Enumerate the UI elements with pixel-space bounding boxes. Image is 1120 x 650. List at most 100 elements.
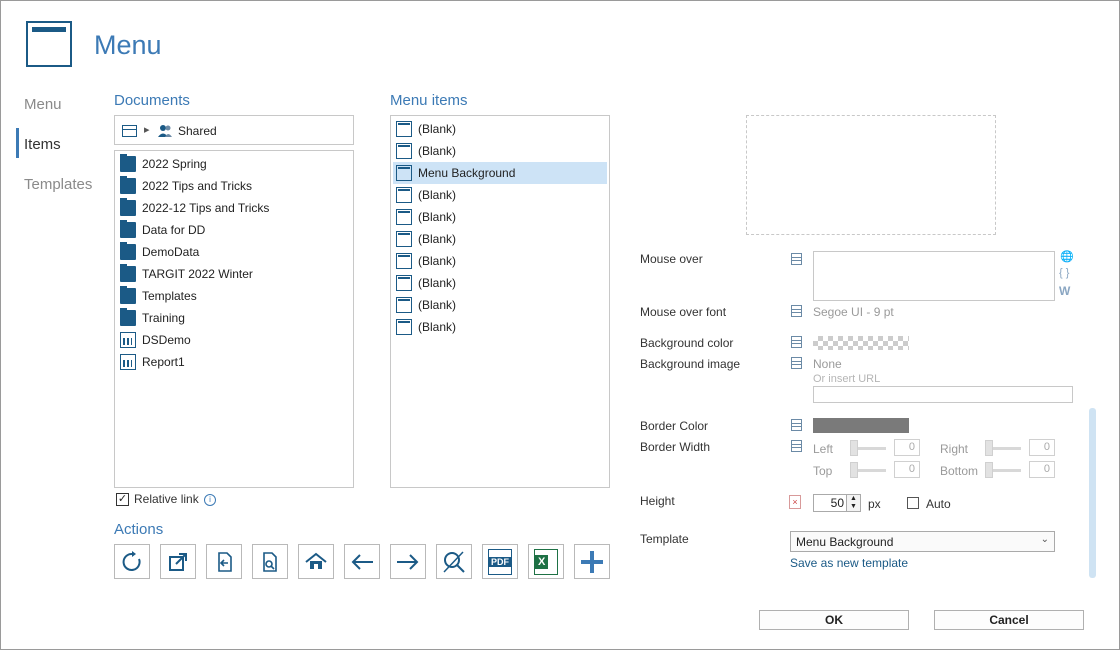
edit-field-icon[interactable]: [791, 253, 802, 265]
list-item[interactable]: 2022-12 Tips and Tricks: [117, 197, 351, 219]
menu-item-icon: [396, 297, 412, 313]
word-icon[interactable]: W: [1059, 284, 1070, 298]
list-item-selected[interactable]: Menu Background: [393, 162, 607, 184]
list-item[interactable]: DemoData: [117, 241, 351, 263]
menu-items-heading: Menu items: [390, 92, 468, 109]
braces-icon[interactable]: { }: [1059, 267, 1069, 279]
chevron-down-icon: ⌄: [1040, 534, 1049, 545]
height-spinner[interactable]: ▲ ▼: [846, 494, 861, 512]
height-unit: px: [868, 497, 881, 511]
add-button[interactable]: [574, 544, 610, 579]
save-as-new-template-link[interactable]: Save as new template: [790, 556, 908, 570]
list-item[interactable]: (Blank): [393, 272, 607, 294]
add-icon: [581, 550, 603, 573]
vertical-scrollbar[interactable]: [1089, 408, 1096, 578]
border-left-label: Left: [813, 442, 834, 456]
background-color-label: Background color: [640, 336, 734, 350]
border-bottom-slider-thumb[interactable]: [985, 462, 993, 478]
height-input[interactable]: 50: [813, 494, 849, 512]
breadcrumb-shared[interactable]: Shared: [178, 124, 217, 138]
clear-height-icon[interactable]: ×: [789, 495, 801, 509]
refresh-button[interactable]: [114, 544, 150, 579]
no-search-button[interactable]: [436, 544, 472, 579]
edit-field-icon[interactable]: [791, 419, 802, 431]
open-external-icon: [169, 552, 187, 571]
list-item[interactable]: (Blank): [393, 118, 607, 140]
list-item[interactable]: Report1: [117, 351, 351, 373]
info-icon[interactable]: i: [204, 494, 216, 506]
list-item[interactable]: 2022 Spring: [117, 153, 351, 175]
folder-icon: [120, 198, 136, 216]
border-top-input[interactable]: 0: [894, 461, 920, 478]
ok-button[interactable]: OK: [759, 610, 909, 630]
border-bottom-input[interactable]: 0: [1029, 461, 1055, 478]
mouse-over-font-value[interactable]: Segoe UI - 9 pt: [813, 305, 894, 319]
menu-item-icon: [396, 187, 412, 203]
menu-item-icon: [396, 165, 412, 181]
forward-button[interactable]: [390, 544, 426, 579]
folder-icon: [120, 308, 136, 326]
export-pdf-button[interactable]: PDF: [482, 544, 518, 579]
edit-field-icon[interactable]: [791, 357, 802, 369]
documents-breadcrumb[interactable]: ▸ Shared: [114, 115, 354, 145]
menu-item-icon: [396, 209, 412, 225]
mouse-over-textarea[interactable]: [813, 251, 1055, 301]
find-document-icon: [263, 551, 277, 572]
import-button[interactable]: [206, 544, 242, 579]
list-item[interactable]: TARGIT 2022 Winter: [117, 263, 351, 285]
users-icon: [158, 124, 172, 137]
refresh-icon: [122, 550, 141, 571]
menu-item-icon: [396, 121, 412, 137]
list-item[interactable]: Data for DD: [117, 219, 351, 241]
list-item[interactable]: (Blank): [393, 250, 607, 272]
background-image-url-input[interactable]: [813, 386, 1073, 403]
cancel-button[interactable]: Cancel: [934, 610, 1084, 630]
list-item[interactable]: Templates: [117, 285, 351, 307]
template-select-value: Menu Background: [796, 535, 894, 549]
menu-item-icon: [396, 319, 412, 335]
height-label: Height: [640, 494, 675, 508]
home-button[interactable]: [298, 544, 334, 579]
list-item[interactable]: 2022 Tips and Tricks: [117, 175, 351, 197]
export-excel-button[interactable]: X: [528, 544, 564, 579]
list-item[interactable]: DSDemo: [117, 329, 351, 351]
border-color-swatch[interactable]: [813, 418, 909, 433]
border-right-slider-thumb[interactable]: [985, 440, 993, 456]
auto-checkbox[interactable]: [907, 497, 919, 509]
find-document-button[interactable]: [252, 544, 288, 579]
border-left-slider-thumb[interactable]: [850, 440, 858, 456]
nav-item-menu[interactable]: Menu: [24, 96, 62, 113]
list-item[interactable]: (Blank): [393, 228, 607, 250]
url-hint: Or insert URL: [813, 373, 881, 385]
relative-link-checkbox[interactable]: ✓: [116, 493, 129, 506]
border-top-slider-thumb[interactable]: [850, 462, 858, 478]
template-select[interactable]: Menu Background ⌄: [790, 531, 1055, 552]
page-title: Menu: [94, 30, 162, 60]
folder-icon: [120, 264, 136, 282]
menu-item-icon: [396, 253, 412, 269]
edit-field-icon[interactable]: [791, 336, 802, 348]
back-button[interactable]: [344, 544, 380, 579]
documents-list[interactable]: 2022 Spring 2022 Tips and Tricks 2022-12…: [114, 150, 354, 488]
list-item[interactable]: Training: [117, 307, 351, 329]
edit-field-icon[interactable]: [791, 440, 802, 452]
list-item[interactable]: (Blank): [393, 184, 607, 206]
list-item[interactable]: (Blank): [393, 294, 607, 316]
documents-heading: Documents: [114, 92, 190, 109]
background-color-swatch[interactable]: [813, 336, 909, 350]
border-width-label: Border Width: [640, 440, 711, 454]
list-item[interactable]: (Blank): [393, 140, 607, 162]
open-external-button[interactable]: [160, 544, 196, 579]
edit-field-icon[interactable]: [791, 305, 802, 317]
border-left-input[interactable]: 0: [894, 439, 920, 456]
menu-items-list[interactable]: (Blank) (Blank) Menu Background (Blank) …: [390, 115, 610, 488]
border-right-input[interactable]: 0: [1029, 439, 1055, 456]
list-item[interactable]: (Blank): [393, 206, 607, 228]
pdf-icon: PDF: [488, 548, 512, 575]
background-image-value: None: [813, 357, 842, 371]
menu-item-icon: [396, 143, 412, 159]
globe-icon[interactable]: 🌐: [1060, 250, 1074, 263]
nav-item-items[interactable]: Items: [24, 136, 61, 153]
list-item[interactable]: (Blank): [393, 316, 607, 338]
nav-item-templates[interactable]: Templates: [24, 176, 92, 193]
